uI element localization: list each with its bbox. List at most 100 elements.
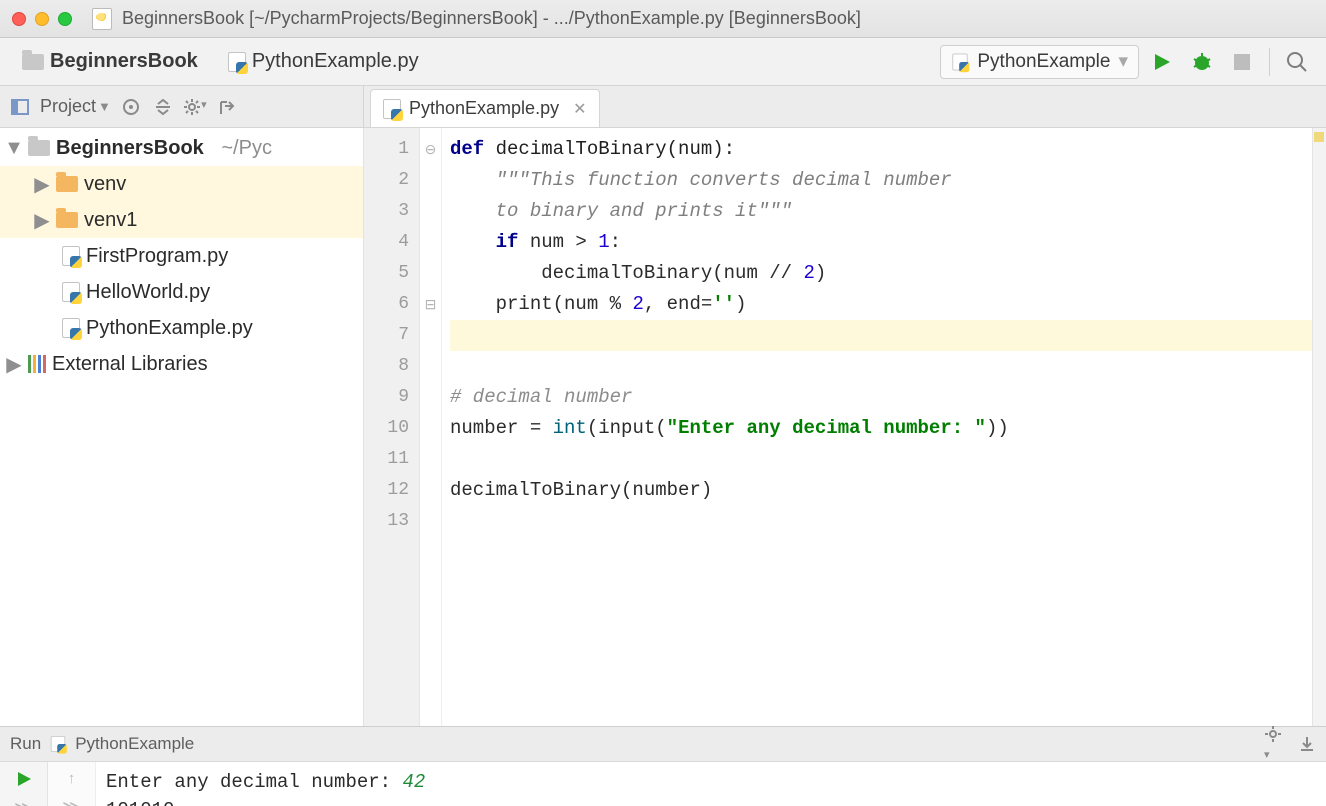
tree-item-label: External Libraries bbox=[52, 353, 208, 376]
run-nav-gutter: ↑ ≫ bbox=[48, 762, 96, 806]
editor-tab[interactable]: PythonExample.py ✕ bbox=[370, 89, 600, 127]
python-file-icon bbox=[51, 736, 65, 752]
folder-icon bbox=[28, 140, 50, 156]
main-toolbar: BeginnersBook PythonExample.py PythonExa… bbox=[0, 38, 1326, 86]
tree-item-label: venv bbox=[84, 173, 126, 196]
settings-button[interactable]: ▾ bbox=[183, 98, 207, 116]
editor-tab-strip: PythonExample.py ✕ bbox=[364, 86, 1326, 127]
project-view-header: Project▼ ▾ bbox=[0, 86, 364, 127]
tree-item-label: PythonExample.py bbox=[86, 317, 253, 340]
window-controls bbox=[12, 12, 72, 26]
tree-file[interactable]: FirstProgram.py bbox=[0, 238, 363, 274]
tree-root-label: BeginnersBook bbox=[56, 137, 204, 160]
tree-external-libraries[interactable]: ▶ External Libraries bbox=[0, 346, 363, 382]
run-action-gutter: ≫ bbox=[0, 762, 48, 806]
python-file-icon bbox=[62, 318, 80, 338]
maximize-window-button[interactable] bbox=[58, 12, 72, 26]
run-body: ≫ ↑ ≫ Enter any decimal number: 42 10101… bbox=[0, 761, 1326, 806]
tree-item-label: HelloWorld.py bbox=[86, 281, 210, 304]
folder-icon bbox=[22, 54, 44, 70]
tree-file[interactable]: PythonExample.py bbox=[0, 310, 363, 346]
breadcrumb-file[interactable]: PythonExample.py bbox=[218, 45, 433, 79]
more-actions-button[interactable]: ≫ bbox=[14, 798, 33, 806]
search-icon bbox=[1286, 51, 1308, 73]
rerun-button[interactable] bbox=[15, 770, 33, 788]
project-view-label: Project bbox=[40, 96, 96, 117]
gear-icon bbox=[183, 98, 201, 116]
breadcrumb-root[interactable]: BeginnersBook bbox=[12, 45, 212, 79]
breadcrumb-root-label: BeginnersBook bbox=[50, 50, 198, 73]
code-area[interactable]: def decimalToBinary(num): """This functi… bbox=[442, 128, 1312, 726]
folder-icon bbox=[56, 176, 78, 192]
libraries-icon bbox=[28, 355, 46, 373]
chevron-down-icon: ▼ bbox=[98, 99, 111, 114]
close-window-button[interactable] bbox=[12, 12, 26, 26]
tree-root[interactable]: ▼ BeginnersBook ~/Pyc bbox=[0, 130, 363, 166]
breadcrumb-file-label: PythonExample.py bbox=[252, 50, 419, 73]
tree-root-path: ~/Pyc bbox=[221, 137, 272, 160]
up-button[interactable]: ↑ bbox=[68, 770, 76, 787]
secondary-toolbar: Project▼ ▾ PythonExample.py ✕ bbox=[0, 86, 1326, 128]
editor-tab-label: PythonExample.py bbox=[409, 98, 559, 119]
hide-button[interactable] bbox=[215, 98, 239, 116]
tree-item-label: venv1 bbox=[84, 209, 137, 232]
app-icon bbox=[92, 8, 112, 30]
play-icon bbox=[1152, 52, 1172, 72]
target-icon bbox=[122, 98, 140, 116]
python-file-icon bbox=[62, 246, 80, 266]
python-file-icon bbox=[62, 282, 80, 302]
run-title: Run bbox=[10, 734, 41, 754]
chevron-down-icon: ▾ bbox=[1118, 50, 1128, 73]
line-number-gutter: 123 456 789 101112 13 bbox=[364, 128, 420, 726]
bug-icon bbox=[1191, 51, 1213, 73]
run-settings-button[interactable]: ▾ bbox=[1264, 725, 1282, 763]
console-input-value: 42 bbox=[402, 771, 425, 793]
warning-marker[interactable] bbox=[1314, 132, 1324, 142]
chevron-down-icon: ▼ bbox=[6, 137, 22, 160]
minimize-window-button[interactable] bbox=[35, 12, 49, 26]
tree-item-label: FirstProgram.py bbox=[86, 245, 228, 268]
main-area: ▼ BeginnersBook ~/Pyc ▶ venv ▶ venv1 Fir… bbox=[0, 128, 1326, 726]
chevron-right-icon: ▶ bbox=[34, 208, 50, 233]
stop-button[interactable] bbox=[1225, 45, 1259, 79]
run-header: Run PythonExample ▾ bbox=[0, 727, 1326, 761]
more-button[interactable]: ≫ bbox=[62, 797, 81, 806]
run-config-label: PythonExample bbox=[977, 51, 1110, 73]
separator bbox=[1269, 48, 1270, 76]
play-icon bbox=[15, 770, 33, 788]
python-file-icon bbox=[228, 52, 246, 72]
editor-scrollbar[interactable] bbox=[1312, 128, 1326, 726]
gear-icon bbox=[1264, 725, 1282, 743]
project-view-selector[interactable]: Project▼ bbox=[40, 96, 111, 117]
run-config-name: PythonExample bbox=[75, 734, 194, 754]
run-config-selector[interactable]: PythonExample ▾ bbox=[940, 45, 1139, 79]
run-button[interactable] bbox=[1145, 45, 1179, 79]
chevron-right-icon: ▶ bbox=[34, 172, 50, 197]
console-output[interactable]: Enter any decimal number: 42 101010 Proc… bbox=[96, 762, 1326, 806]
python-file-icon bbox=[953, 53, 968, 70]
debug-button[interactable] bbox=[1185, 45, 1219, 79]
collapse-icon bbox=[154, 98, 172, 116]
project-tree[interactable]: ▼ BeginnersBook ~/Pyc ▶ venv ▶ venv1 Fir… bbox=[0, 128, 364, 726]
console-output-line: 101010 bbox=[106, 796, 1326, 806]
run-hide-button[interactable] bbox=[1290, 735, 1316, 753]
close-tab-button[interactable]: ✕ bbox=[567, 99, 586, 119]
console-prompt: Enter any decimal number: bbox=[106, 771, 402, 793]
scroll-from-source-button[interactable] bbox=[119, 98, 143, 116]
tree-file[interactable]: HelloWorld.py bbox=[0, 274, 363, 310]
project-view-icon[interactable] bbox=[8, 98, 32, 116]
fold-end-icon[interactable]: ⊟ bbox=[420, 289, 441, 320]
python-file-icon bbox=[383, 99, 401, 119]
fold-toggle-icon[interactable]: ⊖ bbox=[420, 134, 441, 165]
window-title: BeginnersBook [~/PycharmProjects/Beginne… bbox=[122, 8, 1314, 29]
hide-icon bbox=[219, 98, 235, 116]
fold-gutter[interactable]: ⊖ ⊟ bbox=[420, 128, 442, 726]
collapse-all-button[interactable] bbox=[151, 98, 175, 116]
search-everywhere-button[interactable] bbox=[1280, 45, 1314, 79]
code-editor[interactable]: 123 456 789 101112 13 ⊖ ⊟ def decimalToB… bbox=[364, 128, 1326, 726]
window-titlebar: BeginnersBook [~/PycharmProjects/Beginne… bbox=[0, 0, 1326, 38]
stop-icon bbox=[1234, 54, 1250, 70]
chevron-right-icon: ▶ bbox=[6, 352, 22, 377]
tree-folder[interactable]: ▶ venv1 bbox=[0, 202, 363, 238]
tree-folder[interactable]: ▶ venv bbox=[0, 166, 363, 202]
